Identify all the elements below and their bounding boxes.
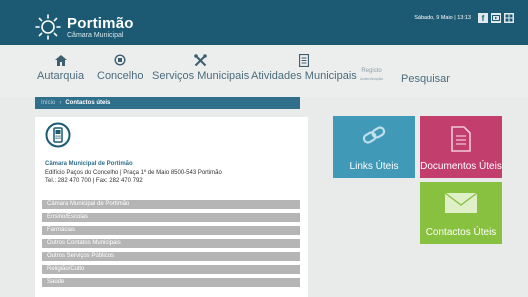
tools-icon <box>152 53 249 67</box>
nav-item-registo[interactable]: Registo Autenticação <box>360 68 383 82</box>
top-bar: Portimão Câmara Municipal Sábado, 9 Maio… <box>0 0 528 45</box>
nav-label: Autarquia <box>37 70 85 82</box>
contacts-list: Câmara Municipal de Portimão Ensino/Esco… <box>42 200 300 291</box>
youtube-icon[interactable] <box>491 13 501 23</box>
nav-label: Concelho <box>97 70 144 82</box>
contact-phones: Tel.: 282 470 700 | Fax: 282 470 792 <box>45 178 143 184</box>
logo[interactable]: Portimão Câmara Municipal <box>33 12 134 42</box>
nav-label: Atividades Municipais <box>251 70 357 82</box>
contacts-panel: Câmara Municipal de Portimão Edifício Pa… <box>35 117 308 297</box>
links-uteis-tile[interactable]: Links Úteis <box>333 116 415 178</box>
tile-label: Documentos Úteis <box>420 161 502 172</box>
nav-item-servicos-municipais[interactable]: Serviços Municipais <box>152 53 249 82</box>
phone-icon <box>45 122 71 148</box>
nav-item-autarquia[interactable]: Autarquia <box>37 53 84 82</box>
tile-label: Contactos Úteis <box>425 227 497 238</box>
contactos-uteis-tile[interactable]: Contactos Úteis <box>420 182 502 244</box>
search-label: Pesquisar <box>401 73 450 85</box>
date-time: Sábado, 9 Maio | 13:13 <box>414 15 471 21</box>
contact-address: Edifício Paços do Concelho | Praça 1º de… <box>45 169 222 176</box>
registo-label: Registo <box>361 68 382 74</box>
grid-icon[interactable] <box>504 13 514 23</box>
logo-title: Portimão <box>67 14 134 32</box>
main-nav: Autarquia Concelho Serviços Municipais A… <box>0 45 528 97</box>
tile-label: Links Úteis <box>349 161 399 172</box>
list-item[interactable]: Farmácias <box>42 226 300 236</box>
autenticacao-label: Autenticação <box>360 76 384 81</box>
sun-logo-icon <box>35 14 61 40</box>
envelope-icon <box>420 192 502 214</box>
nav-label: Serviços Municipais <box>152 70 250 82</box>
breadcrumb: Início › Contactos úteis <box>35 97 300 109</box>
document-icon <box>420 126 502 152</box>
list-item[interactable]: Ensino/Escolas <box>42 213 300 223</box>
nav-item-atividades-municipais[interactable]: Atividades Municipais <box>251 53 357 82</box>
logo-subtitle: Câmara Municipal <box>67 31 124 39</box>
breadcrumb-home[interactable]: Início <box>41 100 55 106</box>
list-item[interactable]: Saúde <box>42 278 300 288</box>
emblem-icon <box>97 53 143 67</box>
contact-name: Câmara Municipal de Portimão <box>45 161 133 167</box>
chain-link-icon <box>333 126 415 144</box>
list-icon <box>251 53 357 67</box>
list-item[interactable]: Outros Contatos Municipais <box>42 239 300 249</box>
nav-item-pesquisar[interactable]: Pesquisar <box>401 70 450 85</box>
list-item[interactable]: Religião/Culto <box>42 265 300 275</box>
breadcrumb-current: Contactos úteis <box>65 100 111 106</box>
list-item[interactable]: Câmara Municipal de Portimão <box>42 200 300 210</box>
facebook-icon[interactable]: f <box>478 13 488 23</box>
list-item[interactable]: Outros Serviços Públicos <box>42 252 300 262</box>
documentos-uteis-tile[interactable]: Documentos Úteis <box>420 116 502 178</box>
house-icon <box>37 53 84 67</box>
breadcrumb-separator: › <box>59 100 62 106</box>
nav-item-concelho[interactable]: Concelho <box>97 53 143 82</box>
